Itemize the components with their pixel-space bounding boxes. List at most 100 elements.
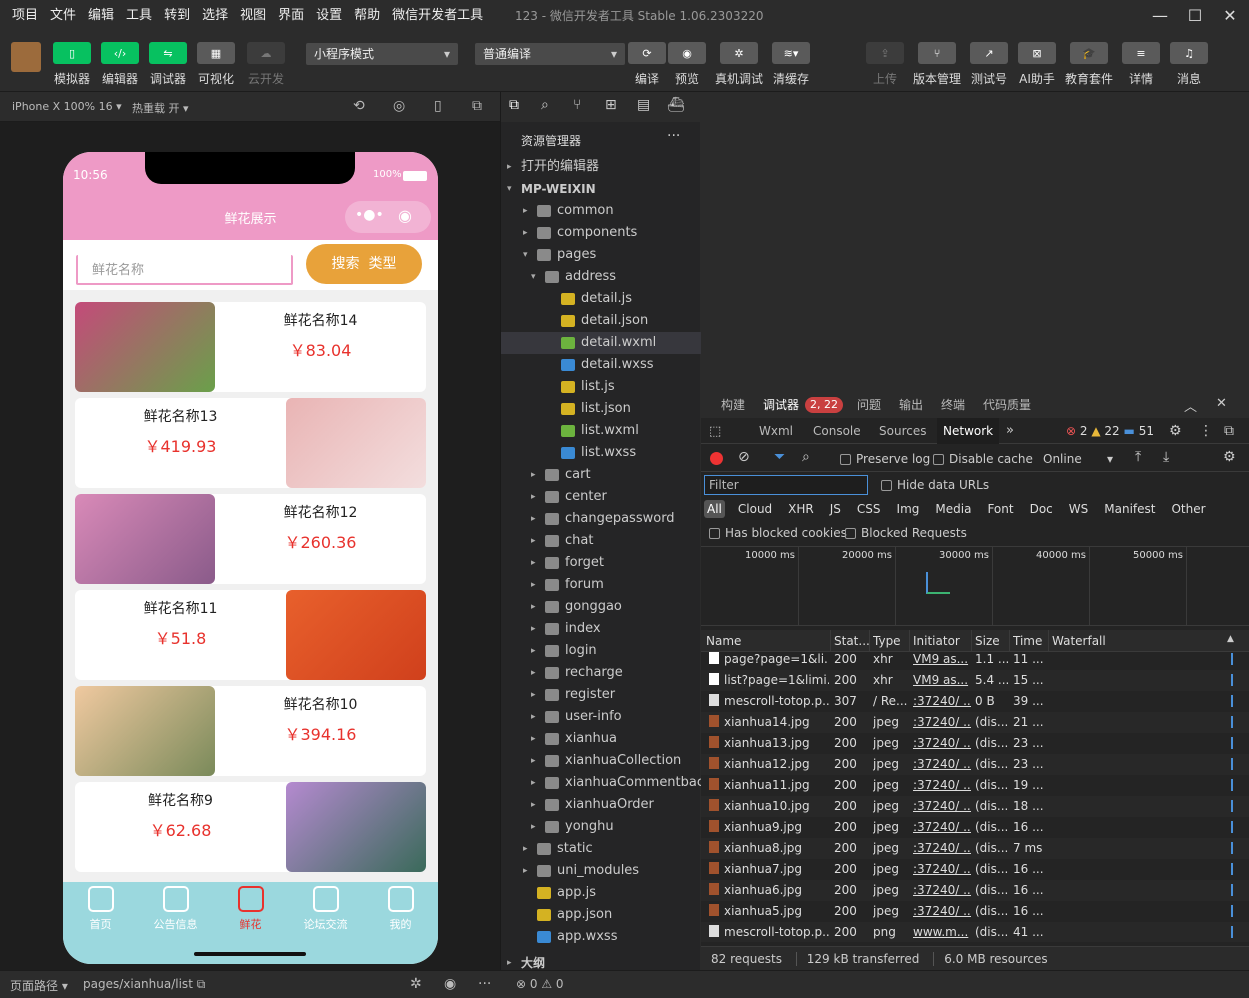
column-header[interactable]: Initiator <box>913 630 973 652</box>
tree-item[interactable]: app.wxss <box>501 926 701 948</box>
menu-item[interactable]: 选择 <box>196 0 234 32</box>
files-icon[interactable]: ⧉ <box>509 97 519 113</box>
panel-tab-console[interactable]: Console <box>807 418 867 444</box>
tree-item[interactable]: ▸ uni_modules <box>501 860 701 882</box>
hide-data-urls-checkbox[interactable]: Hide data URLs <box>881 478 989 492</box>
tree-item[interactable]: ▸ static <box>501 838 701 860</box>
table-row[interactable]: xianhua8.jpg 200 jpeg:37240/ ... (dis... 7 m… <box>701 838 1249 859</box>
clear-icon[interactable]: ⊘ <box>738 449 750 465</box>
tree-item[interactable]: ▾ address <box>501 266 701 288</box>
page-path-select[interactable]: 页面路径 ▾ <box>10 977 68 994</box>
table-row[interactable]: xianhua7.jpg 200 jpeg:37240/ ... (dis... 16 … <box>701 859 1249 880</box>
tree-item[interactable]: ▸ xianhuaCommentback <box>501 772 712 794</box>
education-button[interactable]: 🎓 教育套件 <box>1065 42 1113 87</box>
type-filter[interactable]: All <box>704 500 725 518</box>
root-folder[interactable]: ▾ MP-WEIXIN <box>501 178 701 200</box>
menu-item[interactable]: 帮助 <box>348 0 386 32</box>
menu-item[interactable]: 项目 <box>6 0 44 32</box>
table-row[interactable]: xianhua12.jpg 200 jpeg:37240/ ... (dis... 23… <box>701 754 1249 775</box>
open-editors-section[interactable]: ▸ 打开的编辑器 <box>501 156 701 178</box>
record-icon[interactable]: ◎ <box>393 98 405 114</box>
cell[interactable]: www.m... <box>913 925 971 939</box>
tree-item[interactable]: list.wxss <box>501 442 701 464</box>
hotreload-select[interactable]: 热重载 开 ▾ <box>132 100 189 116</box>
cell[interactable]: :37240/ ... <box>913 778 971 792</box>
tree-item[interactable]: detail.js <box>501 288 701 310</box>
table-row[interactable]: xianhua10.jpg 200 jpeg:37240/ ... (dis... 18… <box>701 796 1249 817</box>
flower-card[interactable]: 鲜花名称10 ￥394.16 <box>75 686 426 776</box>
devtools-tab[interactable]: 输出 <box>899 392 923 418</box>
menu-item[interactable]: 编辑 <box>82 0 120 32</box>
tab-4[interactable]: 我的 <box>363 886 438 932</box>
table-row[interactable]: xianhua6.jpg 200 jpeg:37240/ ... (dis... 16 … <box>701 880 1249 901</box>
tree-item[interactable]: detail.wxml <box>501 332 701 354</box>
eye-status-icon[interactable]: ◉ <box>444 976 456 992</box>
tree-item[interactable]: app.json <box>501 904 701 926</box>
tree-item[interactable]: ▸ components <box>501 222 701 244</box>
search-icon[interactable]: ⌕ <box>541 97 549 113</box>
tree-item[interactable]: detail.wxss <box>501 354 701 376</box>
blocked-cookies-checkbox[interactable]: Has blocked cookies <box>709 526 847 540</box>
kebab-icon[interactable]: ⋮ <box>1199 423 1213 439</box>
search-input[interactable]: 鲜花名称 <box>76 255 293 285</box>
type-filter[interactable]: WS <box>1066 500 1091 518</box>
simulator-button[interactable]: ▯ 模拟器 <box>52 42 92 87</box>
tree-item[interactable]: ▸ gonggao <box>501 596 701 618</box>
devtools-tab[interactable]: 问题 <box>857 392 881 418</box>
docker-icon[interactable]: ⛴ <box>667 97 685 113</box>
visual-button[interactable]: ▦ 可视化 <box>196 42 236 87</box>
export-icon[interactable]: ⤓ <box>1163 449 1169 465</box>
table-row[interactable]: xianhua9.jpg 200 jpeg:37240/ ... (dis... 16 … <box>701 817 1249 838</box>
column-header[interactable]: Size <box>975 630 1011 652</box>
tree-item[interactable]: ▸ yonghu <box>501 816 701 838</box>
table-row[interactable]: xianhua11.jpg 200 jpeg:37240/ ... (dis... 19… <box>701 775 1249 796</box>
cell[interactable]: :37240/ ... <box>913 757 971 771</box>
tree-item[interactable]: ▸ index <box>501 618 701 640</box>
more-tabs-icon[interactable]: » <box>1006 423 1014 438</box>
menu-item[interactable]: 转到 <box>158 0 196 32</box>
copy-icon[interactable]: ⧉ <box>197 977 206 991</box>
cell[interactable]: :37240/ ... <box>913 694 971 708</box>
bug-status-icon[interactable]: ✲ <box>410 976 422 992</box>
search-button[interactable]: 搜索 类型 <box>306 244 422 284</box>
cloud-button[interactable]: ☁ 云开发 <box>246 42 286 87</box>
phone-icon[interactable]: ▯ <box>434 98 442 114</box>
editor-button[interactable]: ‹/› 编辑器 <box>100 42 140 87</box>
device-select[interactable]: iPhone X 100% 16 ▾ <box>12 100 122 113</box>
flower-card[interactable]: 鲜花名称14 ￥83.04 <box>75 302 426 392</box>
close-devtools-icon[interactable]: ✕ <box>1216 396 1227 411</box>
filter-input[interactable]: Filter <box>704 475 868 495</box>
menu-item[interactable]: 工具 <box>120 0 158 32</box>
cell[interactable]: :37240/ ... <box>913 841 971 855</box>
test-account-button[interactable]: ↗ 测试号 <box>969 42 1009 87</box>
blocked-requests-checkbox[interactable]: Blocked Requests <box>845 526 967 540</box>
explorer-more-icon[interactable]: ··· <box>667 128 680 144</box>
flower-card[interactable]: 鲜花名称11 ￥51.8 <box>75 590 426 680</box>
table-row[interactable]: list?page=1&limi... 200 xhr VM9 as... 5.4 ..… <box>701 670 1249 691</box>
collapse-icon[interactable]: ︿ <box>1184 396 1197 415</box>
tree-item[interactable]: ▸ login <box>501 640 701 662</box>
type-filter[interactable]: Other <box>1168 500 1208 518</box>
tree-item[interactable]: ▸ chat <box>501 530 701 552</box>
maximize-icon[interactable]: ☐ <box>1177 0 1213 32</box>
sort-icon[interactable]: ▲ <box>1227 634 1234 644</box>
panel-tab-network[interactable]: Network <box>937 418 1000 444</box>
column-header[interactable]: Name <box>706 630 831 652</box>
more-icon[interactable]: •●• <box>355 207 384 223</box>
column-header[interactable]: Time <box>1013 630 1049 652</box>
table-row[interactable]: page?page=1&li... 200 xhr VM9 as... 1.1 ... 1… <box>701 652 1249 670</box>
tree-item[interactable]: list.wxml <box>501 420 701 442</box>
tree-item[interactable]: ▸ cart <box>501 464 701 486</box>
cell[interactable]: :37240/ ... <box>913 820 971 834</box>
menu-item[interactable]: 微信开发者工具 <box>386 0 489 32</box>
column-header[interactable]: Type <box>873 630 911 652</box>
record-button[interactable] <box>710 452 723 465</box>
panel-tab-wxml[interactable]: Wxml <box>753 418 799 444</box>
menu-item[interactable]: 文件 <box>44 0 82 32</box>
clear-cache-button[interactable]: ≋▾ 清缓存 <box>771 42 811 87</box>
column-header[interactable]: Stat... <box>834 630 870 652</box>
popout-icon[interactable]: ⧉ <box>472 98 482 114</box>
import-icon[interactable]: ⤒ <box>1135 449 1141 465</box>
panel-tab-sources[interactable]: Sources <box>873 418 932 444</box>
debugger-button[interactable]: ⇋ 调试器 <box>148 42 188 87</box>
